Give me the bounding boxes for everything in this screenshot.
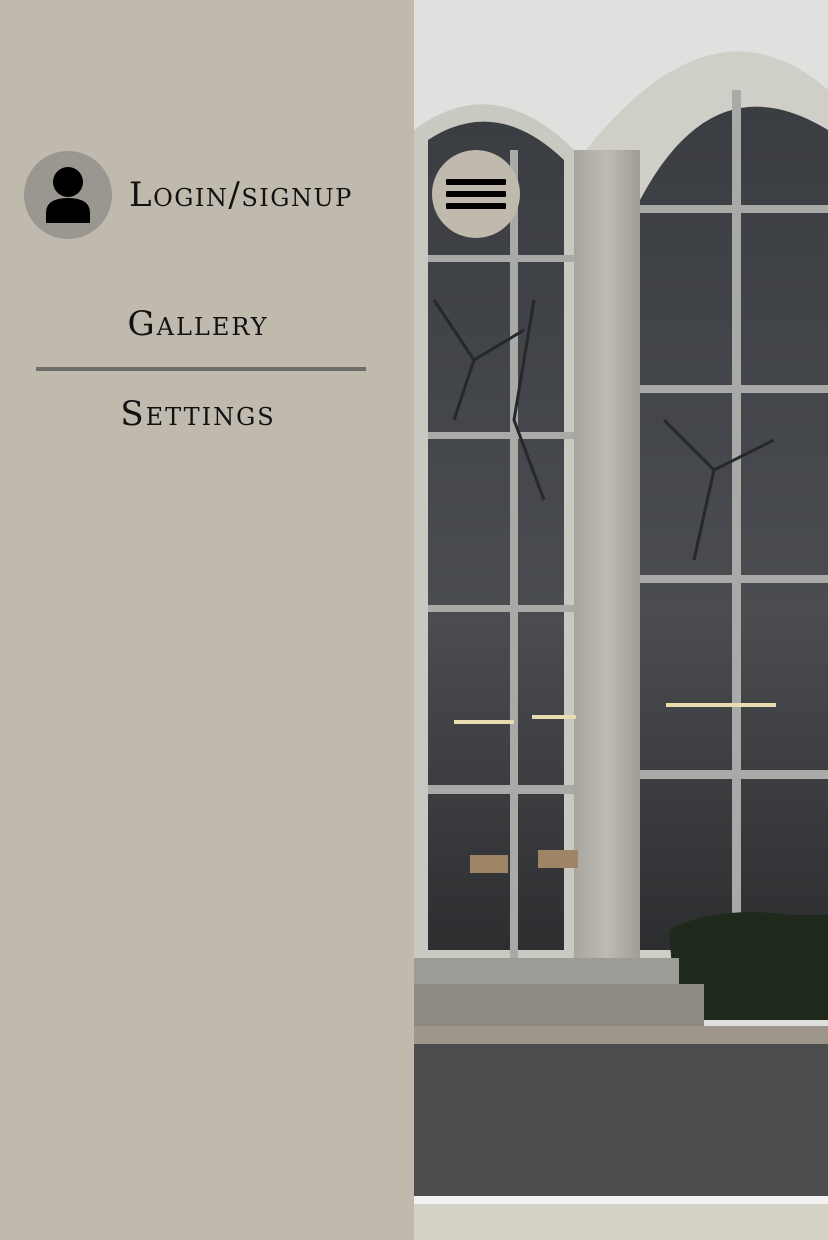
nav-item-settings[interactable]: Settings <box>0 394 396 434</box>
side-drawer: Login/signup Gallery Settings <box>0 0 414 1240</box>
hamburger-icon <box>446 179 506 209</box>
app-root: Login/signup Gallery Settings <box>0 0 828 1240</box>
user-icon <box>46 167 90 223</box>
hamburger-bar <box>446 203 506 209</box>
photo-separator <box>414 1196 828 1204</box>
nav-item-gallery[interactable]: Gallery <box>0 304 396 344</box>
nav-divider <box>36 367 366 371</box>
login-signup-button[interactable]: Login/signup <box>24 150 353 240</box>
hamburger-menu-button[interactable] <box>432 150 520 238</box>
next-gallery-photo[interactable] <box>414 1204 828 1240</box>
hamburger-bar <box>446 179 506 185</box>
hamburger-bar <box>446 191 506 197</box>
avatar <box>24 151 112 239</box>
login-signup-label: Login/signup <box>129 175 353 215</box>
